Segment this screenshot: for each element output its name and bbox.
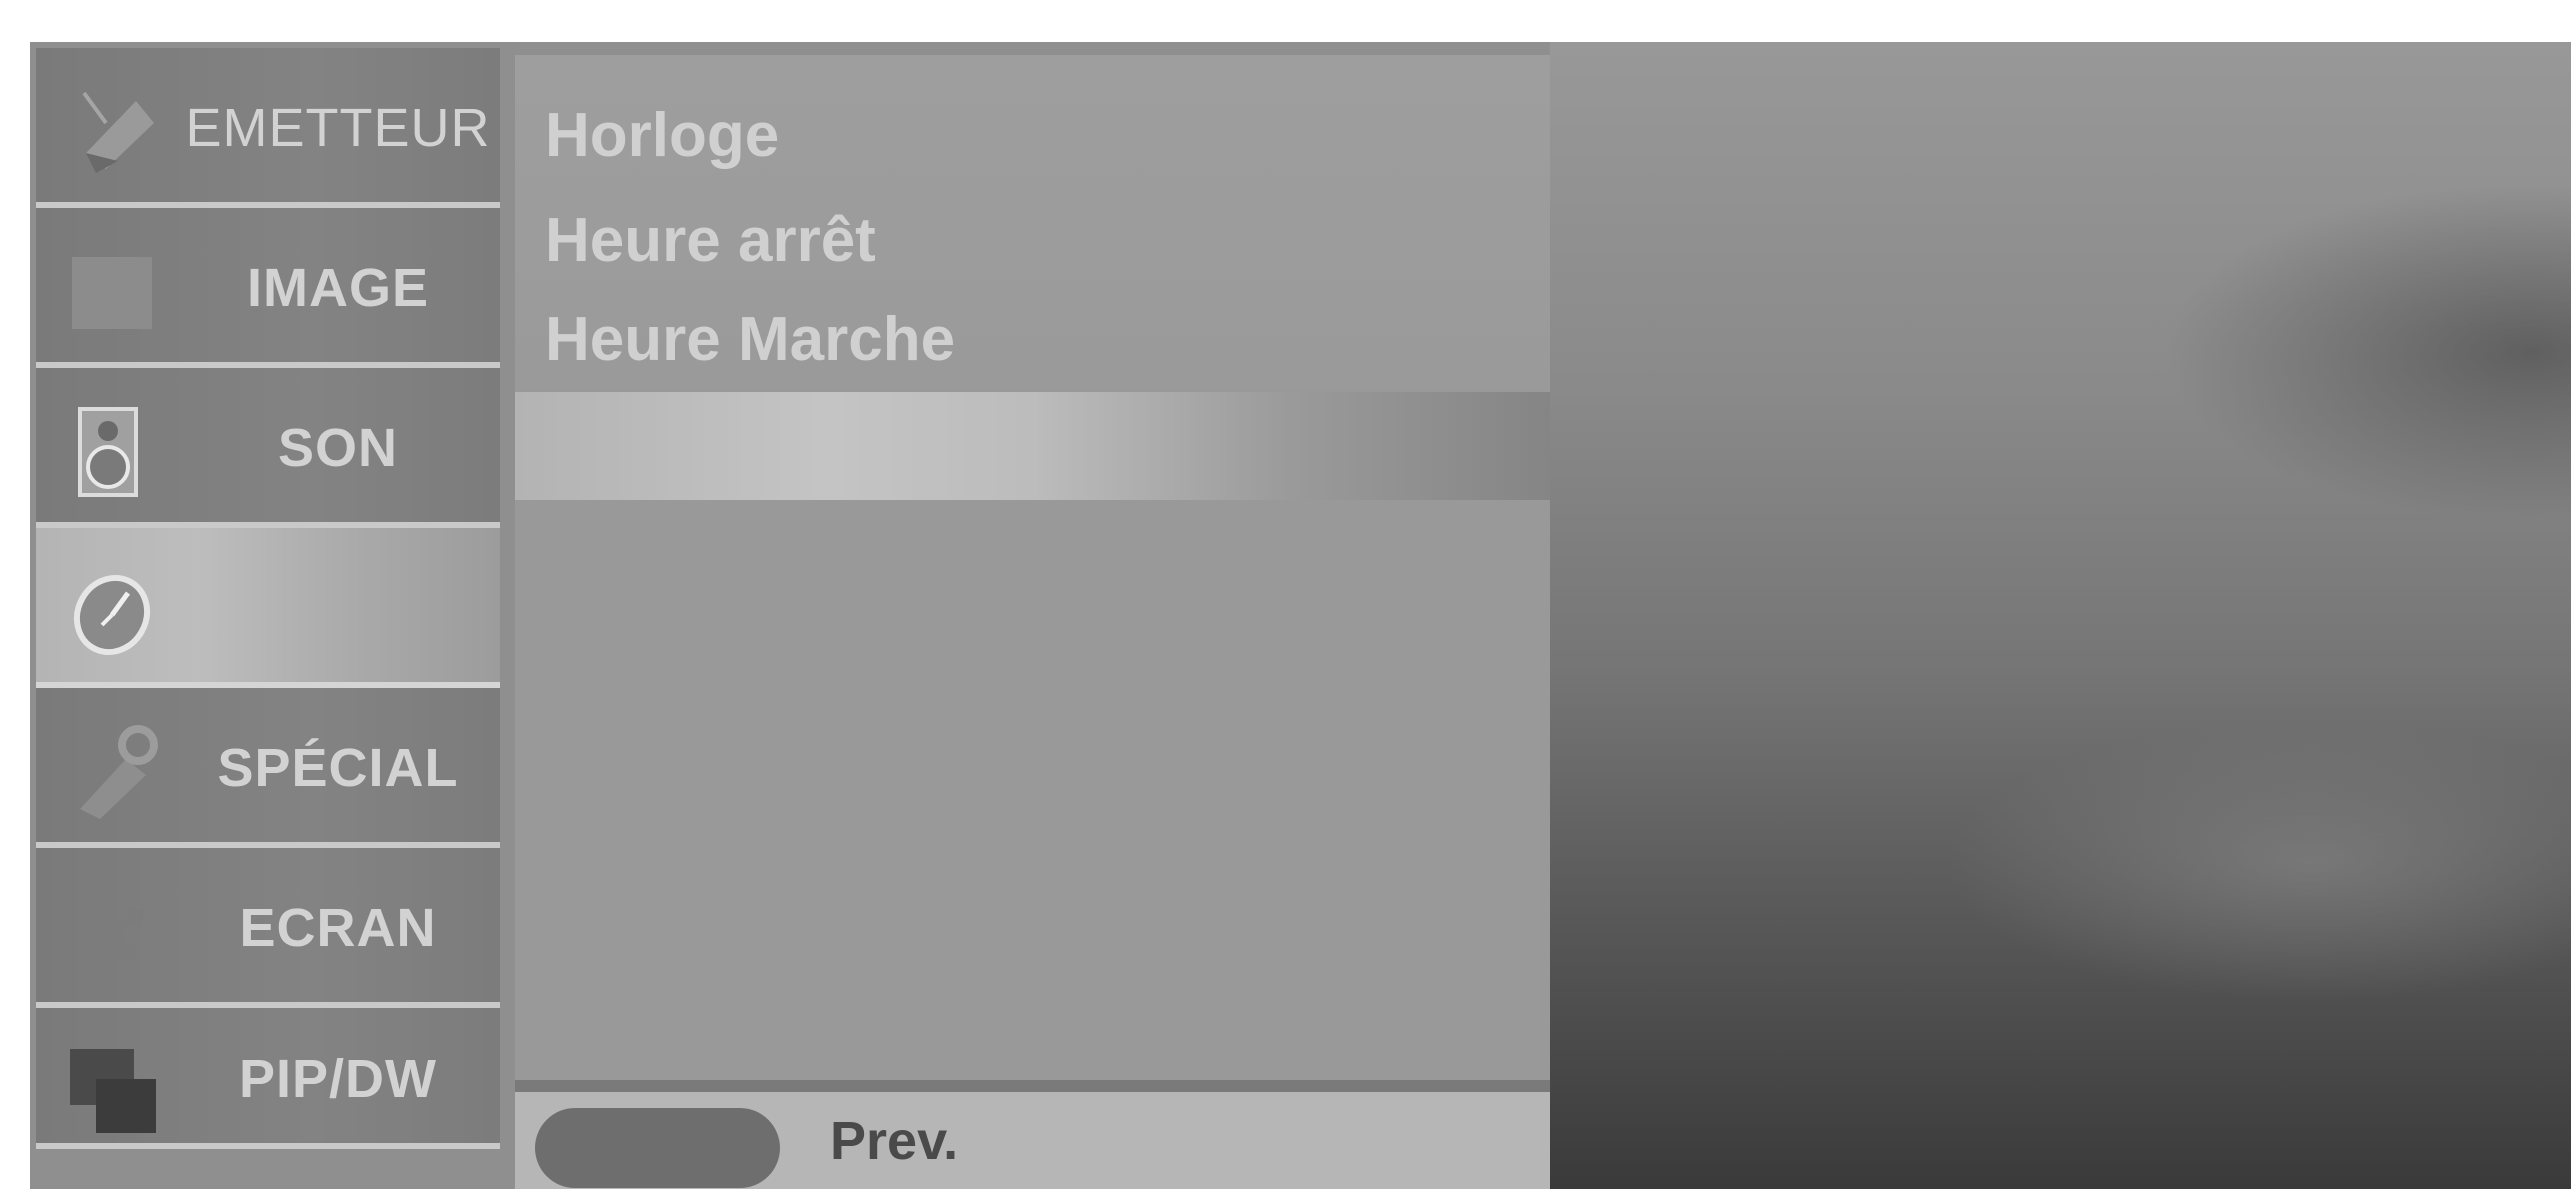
pip-icon (70, 1049, 156, 1133)
sidebar-item-label: SON (277, 418, 399, 478)
sidebar-item-label: IMAGE (246, 258, 429, 318)
sidebar-item-emetteur[interactable]: EMETTEUR (36, 48, 500, 208)
footer-bar: Prev. (515, 1092, 1550, 1189)
sidebar-item-heure[interactable] (36, 528, 500, 688)
speaker-icon (78, 407, 138, 497)
prev-label: Prev. (830, 1110, 959, 1171)
sidebar-item-label (176, 528, 500, 688)
menu-item-horloge[interactable]: Horloge (545, 87, 779, 183)
prev-button[interactable] (535, 1108, 780, 1188)
sidebar-item-label: EMETTEUR (185, 98, 491, 158)
video-background (1550, 42, 2571, 1189)
sidebar-item-label: SPÉCIAL (217, 738, 459, 798)
tag-icon (80, 725, 158, 819)
selection-highlight (515, 392, 1550, 500)
sidebar-item-ecran[interactable]: ECRAN (36, 848, 500, 1008)
picture-icon (72, 257, 152, 329)
sidebar-item-image[interactable]: IMAGE (36, 208, 500, 368)
move-arrows-icon (82, 899, 146, 963)
submenu-panel: Horloge Heure arrêt Heure Marche (515, 55, 1550, 1080)
sidebar-item-special[interactable]: SPÉCIAL (36, 688, 500, 848)
sidebar-item-pip-dw[interactable]: PIP/DW (36, 1008, 500, 1149)
divider (515, 1080, 1550, 1092)
sidebar-item-son[interactable]: SON (36, 368, 500, 528)
sidebar-item-label: ECRAN (239, 898, 437, 958)
clock-icon (73, 574, 151, 656)
menu-item-heure-marche[interactable]: Heure Marche (545, 291, 955, 387)
sidebar-item-label: PIP/DW (238, 1048, 437, 1109)
satellite-dish-icon (82, 91, 154, 173)
menu-item-heure-arret[interactable]: Heure arrêt (545, 192, 876, 288)
